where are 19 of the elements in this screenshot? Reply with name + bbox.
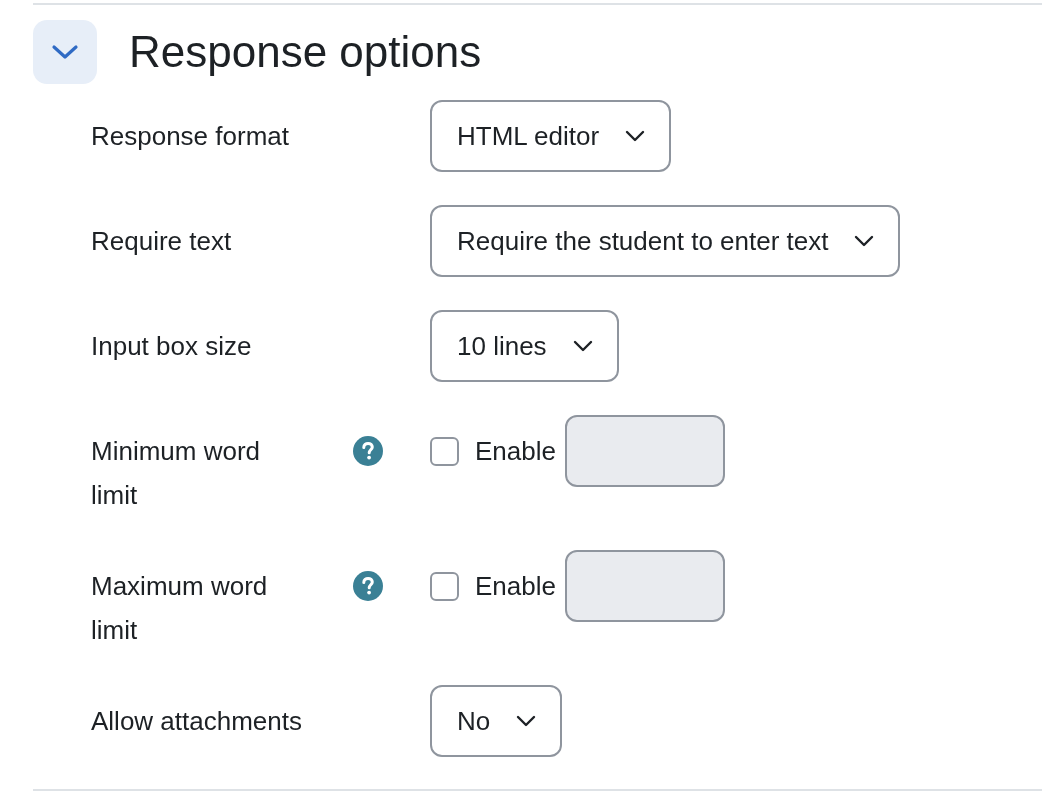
caret-icon — [854, 235, 875, 247]
dropdown-select[interactable]: HTML editor — [430, 100, 672, 172]
help-icon[interactable] — [353, 571, 383, 601]
section-title: Response options — [129, 27, 482, 77]
dropdown-select[interactable]: Require the student to enter text — [430, 205, 901, 277]
chevron-icon — [51, 44, 79, 60]
field-label: Maximum word limit — [91, 570, 269, 647]
collapse-toggle-button[interactable] — [33, 20, 97, 84]
caret-icon — [516, 715, 537, 727]
field-label: Require text — [91, 225, 233, 258]
caret-icon — [572, 340, 593, 352]
dropdown-select[interactable]: No — [430, 685, 563, 757]
caret-icon — [625, 130, 646, 142]
field-label: Input box size — [91, 330, 253, 363]
help-icon[interactable] — [353, 436, 383, 466]
field-label: Minimum word limit — [91, 435, 262, 512]
dropdown-select[interactable]: 10 lines — [430, 310, 619, 382]
field-label: Allow attachments — [91, 705, 303, 738]
field-label: Response format — [91, 120, 290, 153]
